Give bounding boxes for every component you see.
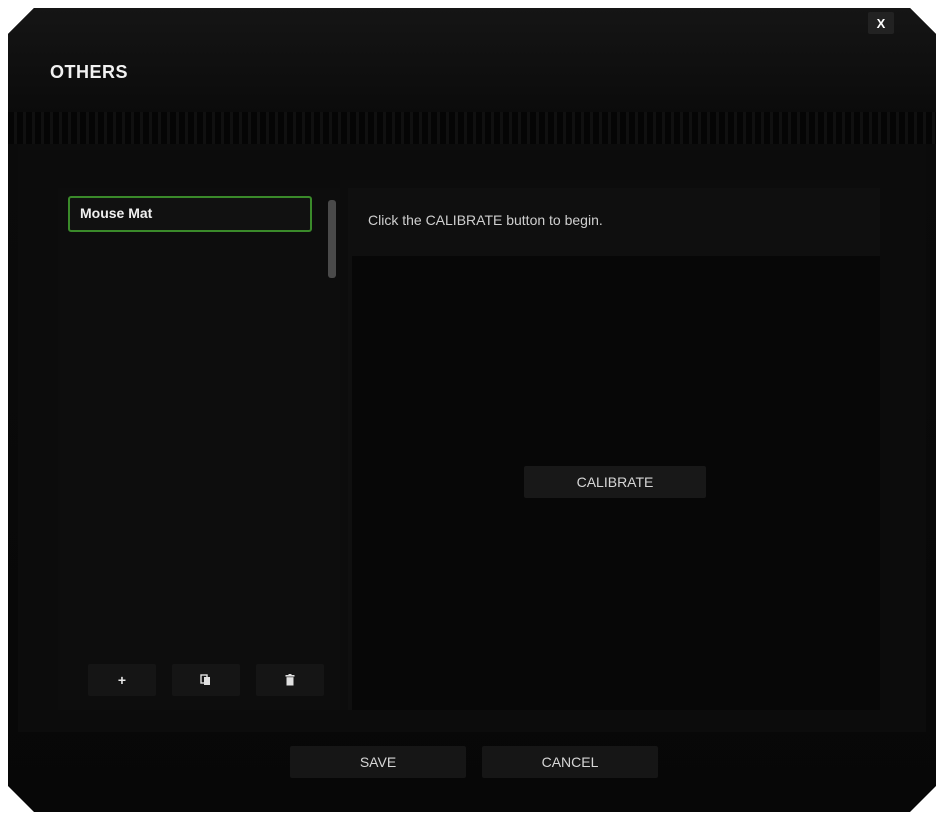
title-bar xyxy=(8,8,936,112)
calibrate-button[interactable]: CALIBRATE xyxy=(524,466,706,498)
scrollbar-thumb[interactable] xyxy=(328,200,336,278)
cancel-button[interactable]: CANCEL xyxy=(482,746,658,778)
add-profile-button[interactable]: + xyxy=(88,664,156,696)
close-icon: X xyxy=(876,15,886,31)
copy-profile-button[interactable] xyxy=(172,664,240,696)
dialog-title: OTHERS xyxy=(50,62,129,82)
profile-item-mouse-mat[interactable]: Mouse Mat xyxy=(68,196,312,232)
calibration-instruction: Click the CALIBRATE button to begin. xyxy=(368,212,603,228)
close-button[interactable]: X xyxy=(868,12,894,34)
trash-icon xyxy=(285,674,295,686)
profile-list-scrollbar[interactable] xyxy=(328,200,336,686)
profile-panel: Mouse Mat + xyxy=(58,188,340,710)
plus-icon: + xyxy=(117,672,127,688)
header-divider xyxy=(8,112,936,144)
delete-profile-button[interactable] xyxy=(256,664,324,696)
profile-list: Mouse Mat xyxy=(68,196,312,656)
save-button[interactable]: SAVE xyxy=(290,746,466,778)
calibration-panel: Click the CALIBRATE button to begin. xyxy=(348,188,880,710)
copy-icon xyxy=(200,674,210,685)
